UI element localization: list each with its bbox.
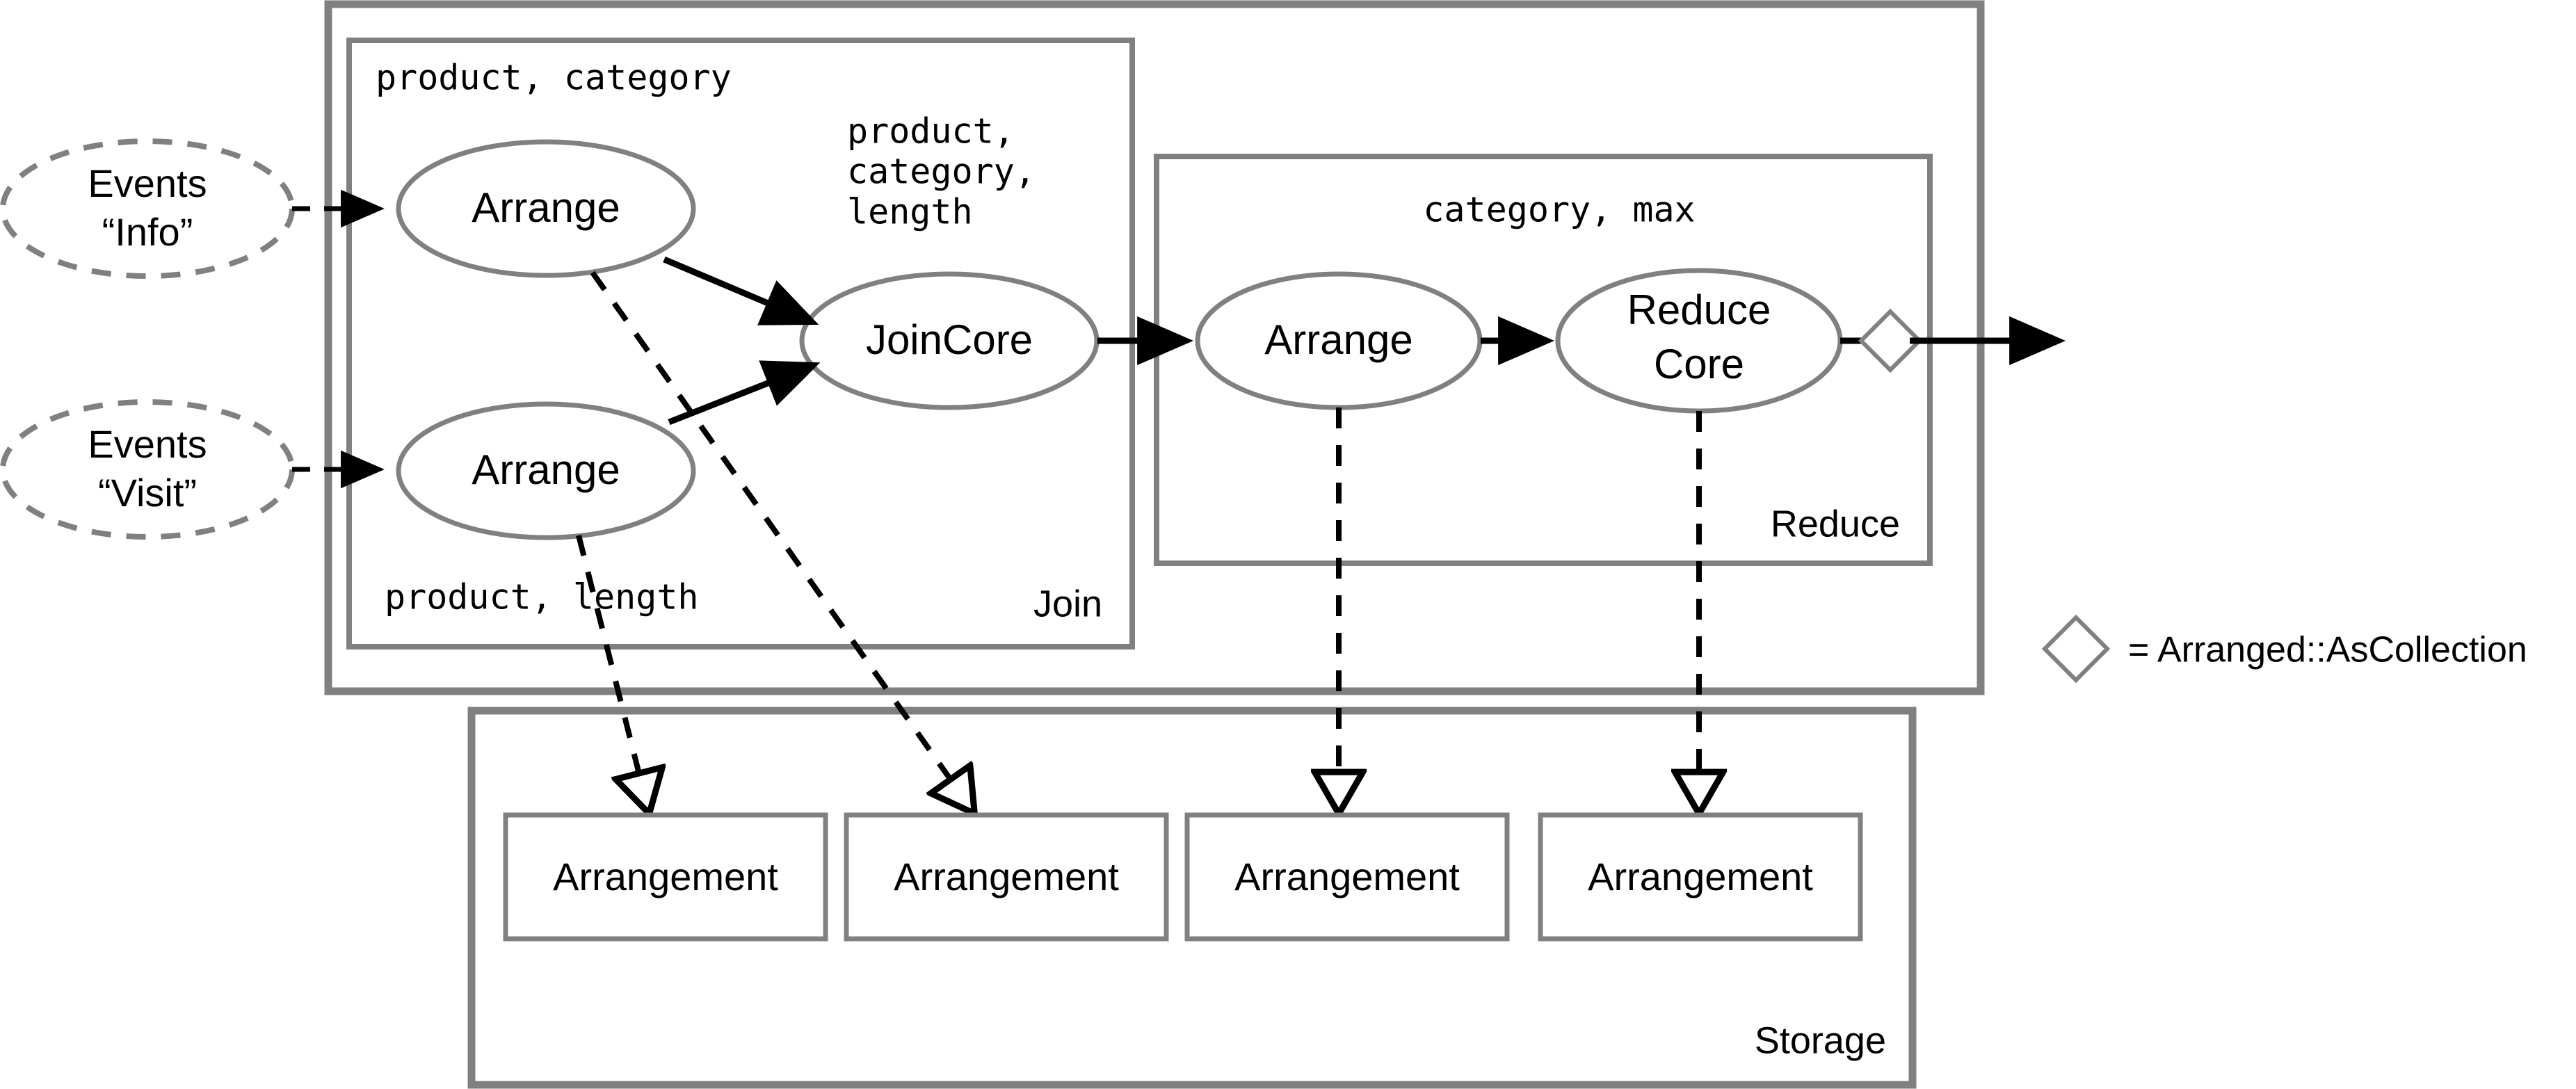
arrange-visit-label: Arrange xyxy=(472,446,620,493)
operator-arrange-reduce: Arrange xyxy=(1195,271,1483,410)
arrangement-box-3: Arrangement xyxy=(1184,812,1510,942)
diagram-canvas: Join Reduce Storage Events “Info” Events… xyxy=(0,0,2576,1089)
edge-arrange-info-to-joincore xyxy=(663,256,819,325)
arrange-info-label: Arrange xyxy=(472,184,620,231)
reduce-label: Reduce xyxy=(1771,503,1900,544)
arrangement-box-2: Arrangement xyxy=(844,812,1169,942)
key-label-joincore-line1: product, xyxy=(847,111,1015,152)
arrangement-1-label: Arrangement xyxy=(553,855,778,898)
events-info-label-line1: Events xyxy=(88,161,207,205)
storage-label: Storage xyxy=(1755,1019,1886,1061)
operator-joincore: JoinCore xyxy=(799,271,1100,410)
source-events-info: Events “Info” xyxy=(0,138,295,279)
arrangement-box-4: Arrangement xyxy=(1538,812,1863,942)
key-label-reducecore: category, max xyxy=(1423,190,1695,230)
events-info-label-line2: “Info” xyxy=(102,210,193,254)
arrangement-2-label: Arrangement xyxy=(894,855,1119,898)
operator-arrange-info: Arrange xyxy=(396,139,696,278)
operator-reducecore: Reduce Core xyxy=(1555,268,1843,414)
edge-arrange-visit-to-joincore xyxy=(668,360,821,426)
key-label-arrange-info: product, category xyxy=(376,58,732,98)
key-label-arrange-visit: product, length xyxy=(385,577,699,618)
events-visit-label-line2: “Visit” xyxy=(98,471,197,515)
arrangement-3-label: Arrangement xyxy=(1234,855,1460,898)
key-label-joincore-line3: length xyxy=(847,192,973,232)
joincore-label: JoinCore xyxy=(866,316,1033,363)
join-label: Join xyxy=(1033,583,1102,624)
arrangement-box-1: Arrangement xyxy=(503,812,828,942)
source-events-visit: Events “Visit” xyxy=(0,399,295,540)
legend-text: = Arranged::AsCollection xyxy=(2128,630,2527,670)
arrangement-4-label: Arrangement xyxy=(1588,855,1813,898)
key-label-joincore-line2: category, xyxy=(847,152,1036,192)
reducecore-label-line2: Core xyxy=(1654,341,1744,387)
legend-diamond-icon xyxy=(2041,614,2111,684)
reducecore-label-line1: Reduce xyxy=(1627,287,1771,333)
legend: = Arranged::AsCollection xyxy=(2041,614,2527,684)
arrange-reduce-label: Arrange xyxy=(1264,316,1412,363)
operator-arrange-visit: Arrange xyxy=(396,401,696,540)
events-visit-label-line1: Events xyxy=(88,422,207,466)
dataflow-diagram: Join Reduce Storage Events “Info” Events… xyxy=(0,0,2527,1089)
